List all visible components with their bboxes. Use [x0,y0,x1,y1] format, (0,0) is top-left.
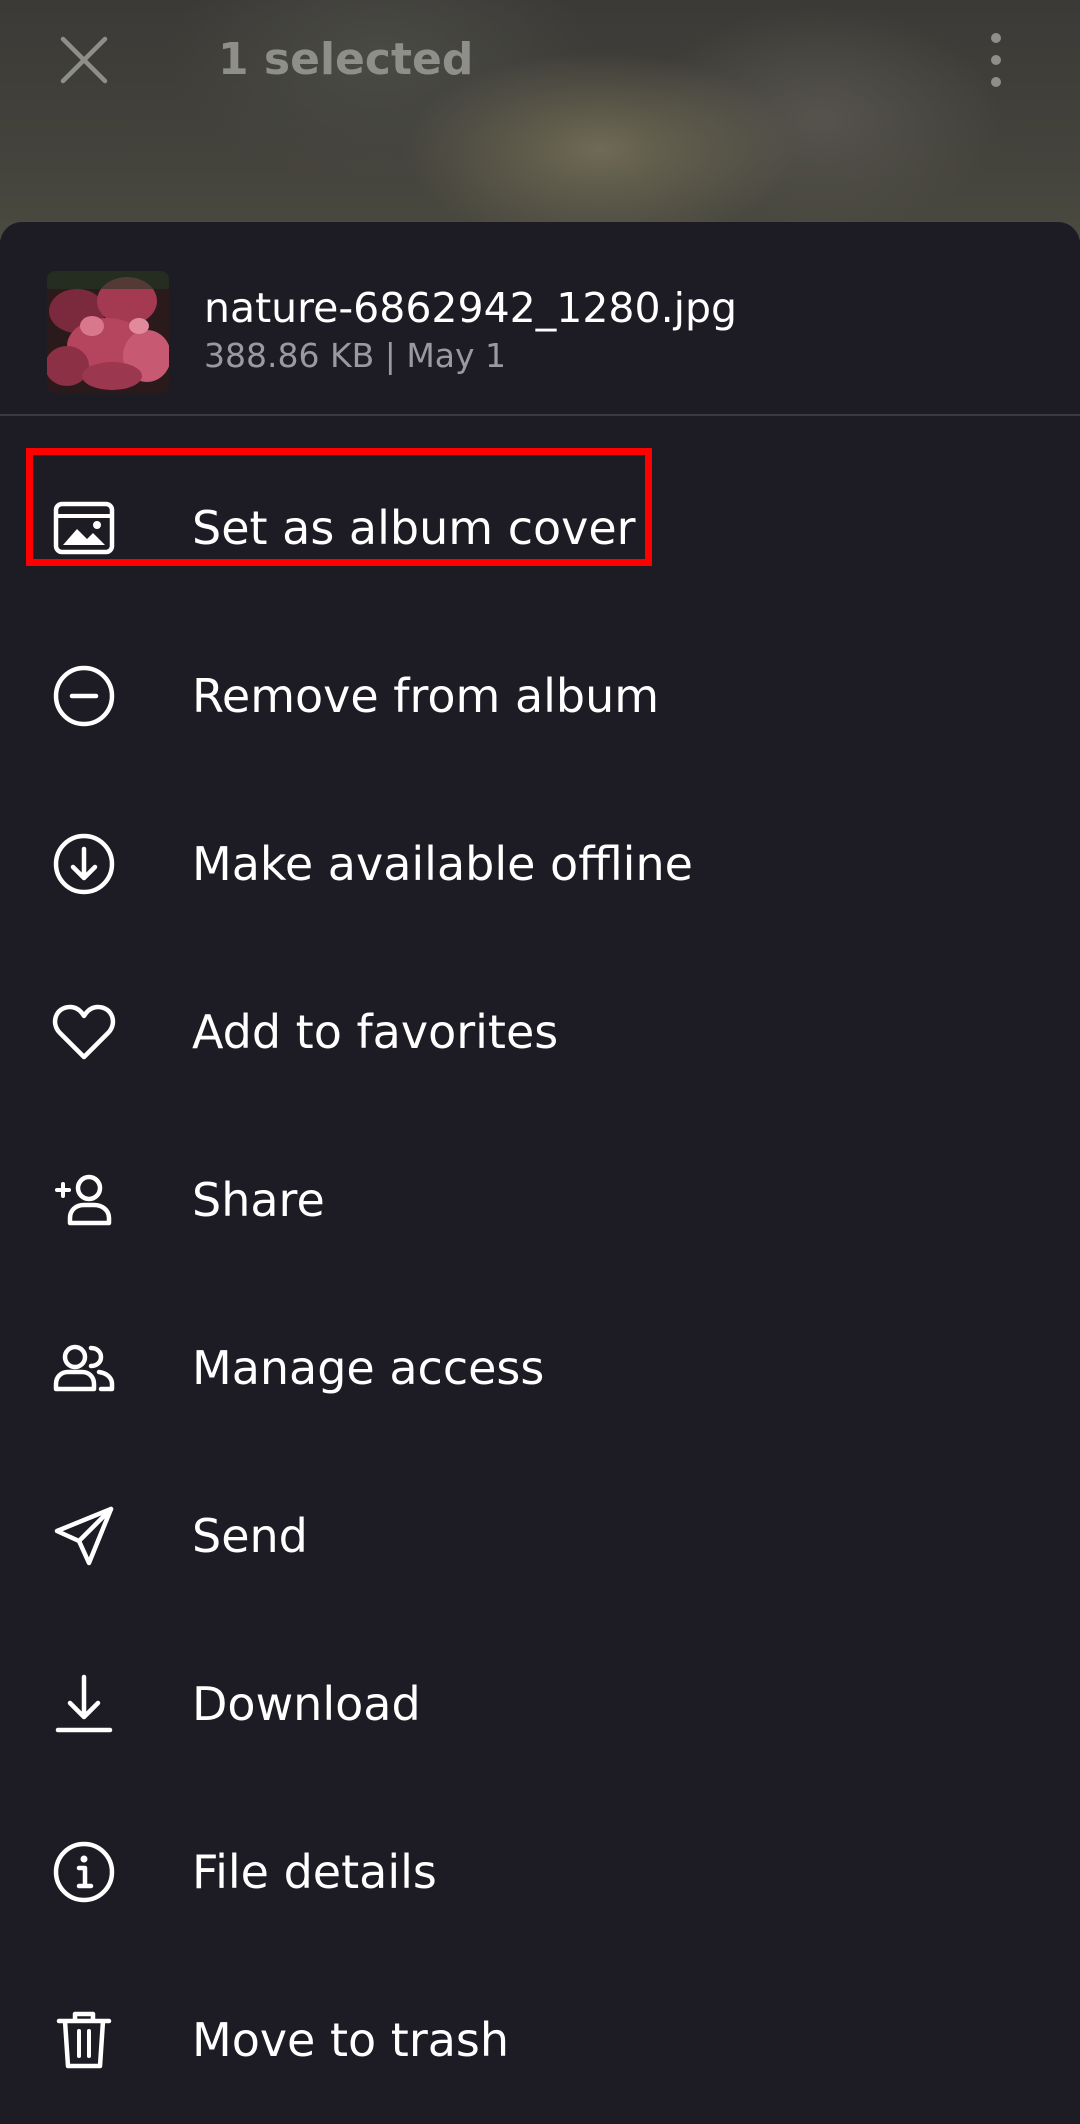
menu-item-move-to-trash[interactable]: Move to trash [0,1956,1080,2124]
menu-item-share[interactable]: Share [0,1116,1080,1284]
file-meta: 388.86 KB | May 1 [204,336,507,375]
more-options-button[interactable] [975,28,1017,92]
people-icon [50,1334,118,1402]
menu-item-label: Remove from album [192,669,660,723]
more-vertical-icon [990,32,1002,88]
menu-item-set-album-cover[interactable]: Set as album cover [0,444,1080,612]
menu-item-label: Share [192,1173,325,1227]
menu-item-label: Manage access [192,1341,545,1395]
menu-item-label: Add to favorites [192,1005,559,1059]
menu-item-label: Move to trash [192,2013,510,2067]
download-icon [50,1670,118,1738]
menu-item-file-details[interactable]: File details [0,1788,1080,1956]
menu-item-send[interactable]: Send [0,1452,1080,1620]
menu-item-label: Make available offline [192,837,693,891]
action-menu: Set as album cover Remove from album Mak… [0,444,1080,2124]
person-add-icon [50,1166,118,1234]
image-icon [50,494,118,562]
menu-item-download[interactable]: Download [0,1620,1080,1788]
menu-item-label: Set as album cover [192,501,636,555]
send-icon [50,1502,118,1570]
download-circle-icon [50,830,118,898]
selection-count: 1 selected [218,34,474,85]
trash-icon [50,2006,118,2074]
menu-item-label: Download [192,1677,421,1731]
file-thumbnail [47,271,169,393]
file-name: nature-6862942_1280.jpg [204,284,738,332]
menu-item-manage-access[interactable]: Manage access [0,1284,1080,1452]
info-icon [50,1838,118,1906]
heart-icon [50,998,118,1066]
file-header: nature-6862942_1280.jpg 388.86 KB | May … [0,222,1080,414]
selection-toolbar: 1 selected [0,0,1080,120]
menu-item-add-to-favorites[interactable]: Add to favorites [0,948,1080,1116]
menu-item-remove-from-album[interactable]: Remove from album [0,612,1080,780]
minus-circle-icon [50,662,118,730]
close-icon [59,35,109,85]
menu-item-make-available-offline[interactable]: Make available offline [0,780,1080,948]
action-bottom-sheet: nature-6862942_1280.jpg 388.86 KB | May … [0,222,1080,2124]
menu-item-label: Send [192,1509,308,1563]
menu-item-label: File details [192,1845,437,1899]
close-button[interactable] [50,30,118,90]
screen: 1 selected nature-6862942_1280.jpg 388.8… [0,0,1080,2124]
divider [0,414,1080,416]
